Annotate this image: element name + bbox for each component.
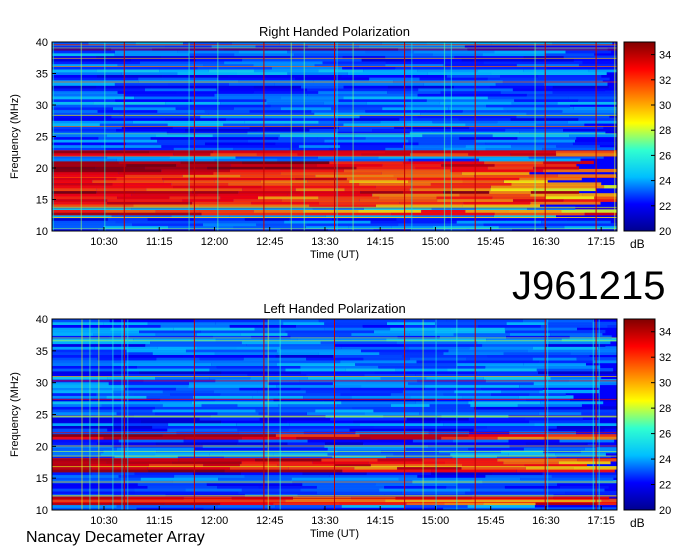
lhp-xtick-label: 12:00	[201, 515, 229, 527]
rhp-burst	[80, 42, 82, 231]
instrument-credit: Nancay Decameter Array	[26, 529, 205, 546]
rhp-title: Right Handed Polarization	[259, 24, 410, 39]
lhp-spectral-band	[525, 417, 583, 421]
rhp-colorbar	[623, 41, 656, 232]
lhp-burst	[98, 319, 100, 510]
rhp-colorbar-tick-label: 30	[659, 100, 671, 112]
rhp-xlabel: Time (UT)	[310, 249, 359, 261]
rhp-ytick-label: 35	[36, 69, 48, 81]
lhp-burst	[592, 319, 594, 510]
rhp-ylabel: Frequency (MHz)	[9, 94, 21, 179]
rhp-burst	[534, 42, 536, 231]
lhp-colorbar-tick-label: 22	[659, 480, 671, 492]
rhp-colorbar-tick-label: 34	[659, 50, 671, 62]
rhp-colorbar-tick-label: 26	[659, 150, 671, 162]
rhp-xtick-label: 15:45	[477, 236, 505, 248]
lhp-xtick-label: 12:45	[256, 515, 284, 527]
rhp-colorbar-tick-label: 32	[659, 75, 671, 87]
lhp-burst	[127, 319, 129, 510]
rhp-xtick-label: 17:15	[587, 236, 615, 248]
lhp-burst	[89, 319, 91, 510]
rhp-burst	[450, 42, 452, 231]
rhp-xtick-label: 16:30	[532, 236, 560, 248]
lhp-colorbar-unit: dB	[630, 516, 645, 530]
lhp-colorbar	[623, 318, 656, 511]
lhp-ytick-label: 40	[36, 314, 48, 326]
rhp-burst	[443, 42, 446, 231]
lhp-xtick-label: 11:15	[146, 515, 173, 527]
lhp-colorbar-tick-label: 28	[659, 403, 671, 415]
lhp-colorbar-tick-label: 24	[659, 454, 671, 466]
rhp-ytick-label: 30	[36, 100, 48, 112]
rhp-burst	[104, 42, 106, 231]
rhp-colorbar-tick-label: 24	[659, 176, 671, 188]
dynamic-spectrum-figure: Right Handed Polarization 10 15 20 25 30 35 40 F…	[0, 0, 680, 552]
rhp-xtick-label: 12:00	[201, 236, 229, 248]
rhp-burst	[303, 42, 305, 231]
lhp-ytick-label: 35	[36, 346, 48, 358]
lhp-colorbar-tick-label: 34	[659, 327, 671, 339]
rhp-ytick-label: 15	[36, 195, 48, 207]
lhp-burst	[422, 319, 424, 510]
rhp-xtick-label: 11:15	[146, 236, 173, 248]
rhp-burst	[290, 42, 292, 231]
lhp-burst	[267, 319, 269, 510]
lhp-ytick-label: 10	[36, 505, 48, 517]
rhp-ytick-label: 25	[36, 132, 48, 144]
lhp-burst	[81, 319, 83, 510]
lhp-ytick-label: 20	[36, 441, 48, 453]
lhp-ytick-label: 15	[36, 473, 48, 485]
lhp-ytick-label: 30	[36, 378, 48, 390]
rhp-ytick-label: 40	[36, 37, 48, 49]
rhp-ytick-label: 20	[36, 163, 48, 175]
lhp-burst	[547, 319, 549, 510]
lhp-title: Left Handed Polarization	[263, 301, 405, 316]
rhp-spectrogram	[52, 42, 617, 231]
lhp-xtick-label: 14:15	[366, 515, 394, 527]
rhp-xtick-label: 10:30	[90, 236, 118, 248]
lhp-burst	[598, 319, 600, 510]
lhp-burst	[112, 319, 114, 510]
rhp-xtick-label: 15:00	[422, 236, 450, 248]
lhp-spectrogram	[52, 319, 617, 510]
rhp-ytick-label: 10	[36, 226, 48, 238]
rhp-burst	[217, 42, 219, 231]
lhp-ylabel: Frequency (MHz)	[9, 372, 21, 457]
lhp-colorbar-tick-label: 26	[659, 429, 671, 441]
rhp-burst	[336, 42, 338, 231]
lhp-xlabel: Time (UT)	[310, 528, 359, 540]
rhp-colorbar-tick-label: 22	[659, 201, 671, 213]
rhp-colorbar-tick-label: 20	[659, 226, 671, 238]
lhp-colorbar-tick-label: 32	[659, 352, 671, 364]
lhp-ytick-label: 25	[36, 410, 48, 422]
lhp-xtick-label: 10:30	[90, 515, 118, 527]
lhp-xtick-label: 15:45	[477, 515, 505, 527]
lhp-xtick-label: 15:00	[422, 515, 450, 527]
rhp-colorbar-unit: dB	[630, 237, 645, 251]
lhp-burst	[279, 319, 281, 510]
lhp-burst	[121, 319, 123, 510]
lhp-colorbar-tick-label: 30	[659, 378, 671, 390]
lhp-burst	[456, 319, 458, 510]
lhp-burst	[435, 319, 437, 510]
observation-id: J961215	[512, 264, 666, 308]
rhp-xtick-label: 13:30	[311, 236, 339, 248]
lhp-xtick-label: 13:30	[311, 515, 339, 527]
lhp-xtick-label: 16:30	[532, 515, 560, 527]
rhp-colorbar-tick-label: 28	[659, 125, 671, 137]
lhp-colorbar-tick-label: 20	[659, 505, 671, 517]
rhp-burst	[411, 42, 413, 231]
rhp-burst	[614, 42, 616, 231]
rhp-xtick-label: 14:15	[366, 236, 394, 248]
rhp-burst	[188, 42, 190, 231]
rhp-burst	[352, 42, 354, 231]
rhp-xtick-label: 12:45	[256, 236, 284, 248]
lhp-xtick-label: 17:15	[587, 515, 615, 527]
